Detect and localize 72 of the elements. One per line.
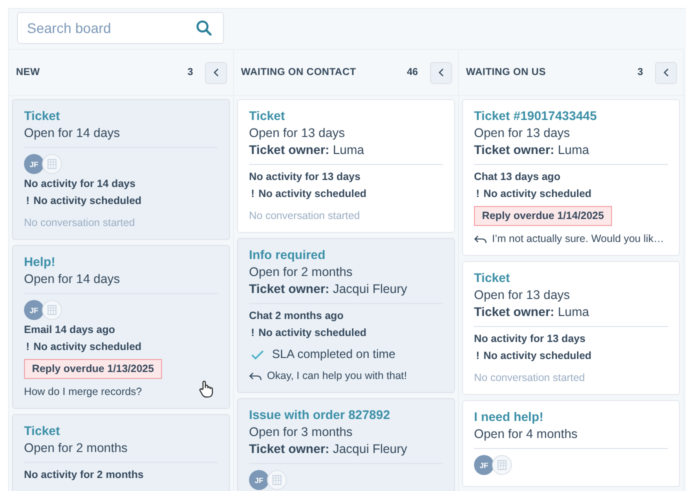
schedule-status: No activity scheduled: [484, 187, 592, 202]
open-duration: Open for 3 months: [249, 424, 353, 441]
search-icon: [196, 20, 212, 36]
chevron-left-icon: [438, 68, 444, 77]
conversation-status: No conversation started: [249, 209, 360, 223]
ticket-card[interactable]: Ticket Open for 13 days Ticket owner: Luma No activity for 13 days ! No activity scheduled No conversation started: [462, 261, 680, 395]
calendar-icon: [42, 154, 62, 174]
ticket-title[interactable]: Ticket: [474, 270, 510, 287]
checkmark-icon: [251, 350, 264, 360]
open-duration: Open for 14 days: [24, 125, 120, 142]
search-field[interactable]: Search board: [17, 12, 224, 44]
ticket-owner: Ticket owner: Luma: [474, 142, 590, 159]
ticket-card[interactable]: Ticket #19017433445 Open for 13 days Ticket owner: Luma Chat 13 days ago ! No activity scheduled Reply overdue 1/14/2025 I’m not actually sure. Would you lik…: [462, 99, 680, 256]
ticket-title[interactable]: Ticket: [249, 108, 285, 125]
ticket-card[interactable]: Info required Open for 2 months Ticket owner: Jacqui Fleury Chat 2 months ago ! No activity scheduled SLA completed on time Okay, I can help you with that!: [237, 238, 455, 393]
open-duration: Open for 13 days: [249, 125, 345, 142]
ticket-title[interactable]: I need help!: [474, 409, 544, 426]
column-title: WAITING ON CONTACT: [241, 67, 358, 78]
ticket-card[interactable]: Ticket Open for 2 months No activity for 2 months: [12, 414, 230, 491]
conversation-status: No conversation started: [24, 216, 135, 230]
column-title: NEW: [16, 67, 41, 78]
overdue-tag: Reply overdue 1/14/2025: [474, 206, 612, 226]
reply-icon: [474, 234, 487, 244]
chevron-left-icon: [213, 68, 219, 77]
calendar-icon: [267, 470, 287, 490]
calendar-icon: [492, 455, 512, 475]
schedule-status: No activity scheduled: [34, 340, 142, 355]
collapse-button[interactable]: [655, 62, 677, 84]
alert-mark: !: [251, 187, 254, 202]
activity-status: Chat 13 days ago: [474, 170, 560, 185]
open-duration: Open for 13 days: [474, 125, 570, 142]
open-duration: Open for 4 months: [474, 426, 578, 443]
column-count: 3: [637, 67, 643, 78]
last-message: I’m not actually sure. Would you lik…: [492, 232, 664, 246]
activity-status: No activity for 2 months: [24, 468, 144, 483]
alert-mark: !: [26, 340, 30, 355]
ticket-title[interactable]: Ticket #19017433445: [474, 108, 597, 125]
sla-status: SLA completed on time: [272, 346, 396, 363]
last-message: How do I merge records?: [24, 385, 142, 399]
alert-mark: !: [476, 187, 480, 202]
conversation-status: No conversation started: [474, 371, 585, 385]
schedule-status: No activity scheduled: [34, 194, 142, 209]
ticket-owner: Ticket owner: Jacqui Fleury: [249, 281, 408, 298]
reply-icon: [249, 372, 262, 380]
ticket-owner: Ticket owner: Luma: [474, 304, 590, 321]
activity-status: Email 14 days ago: [24, 323, 116, 338]
activity-status: No activity for 14 days: [24, 177, 136, 192]
column-title: WAITING ON US: [466, 67, 547, 78]
schedule-status: No activity scheduled: [484, 349, 592, 364]
ticket-owner: Ticket owner: Luma: [249, 142, 364, 159]
alert-mark: !: [251, 326, 254, 341]
column-count: 3: [187, 67, 193, 78]
activity-status: Chat 2 months ago: [249, 309, 344, 324]
calendar-icon: [42, 300, 62, 320]
alert-mark: !: [476, 349, 480, 364]
open-duration: Open for 13 days: [474, 287, 570, 304]
activity-status: No activity for 13 days: [474, 332, 586, 347]
open-duration: Open for 2 months: [24, 440, 128, 457]
overdue-tag: Reply overdue 1/13/2025: [24, 359, 162, 379]
chevron-left-icon: [663, 68, 669, 77]
alert-mark: !: [26, 194, 30, 209]
open-duration: Open for 2 months: [249, 264, 353, 281]
open-duration: Open for 14 days: [24, 271, 120, 288]
collapse-button[interactable]: [205, 62, 227, 84]
ticket-owner: Ticket owner: Jacqui Fleury: [249, 441, 408, 458]
activity-status: No activity for 13 days: [249, 170, 360, 185]
collapse-button[interactable]: [430, 62, 452, 84]
schedule-status: No activity scheduled: [258, 187, 366, 202]
column-count: 46: [406, 67, 418, 78]
ticket-card[interactable]: Ticket Open for 13 days Ticket owner: Luma No activity for 13 days ! No activity scheduled No conversation started: [237, 99, 455, 233]
last-message: Okay, I can help you with that!: [267, 369, 407, 383]
schedule-status: No activity scheduled: [258, 326, 366, 341]
